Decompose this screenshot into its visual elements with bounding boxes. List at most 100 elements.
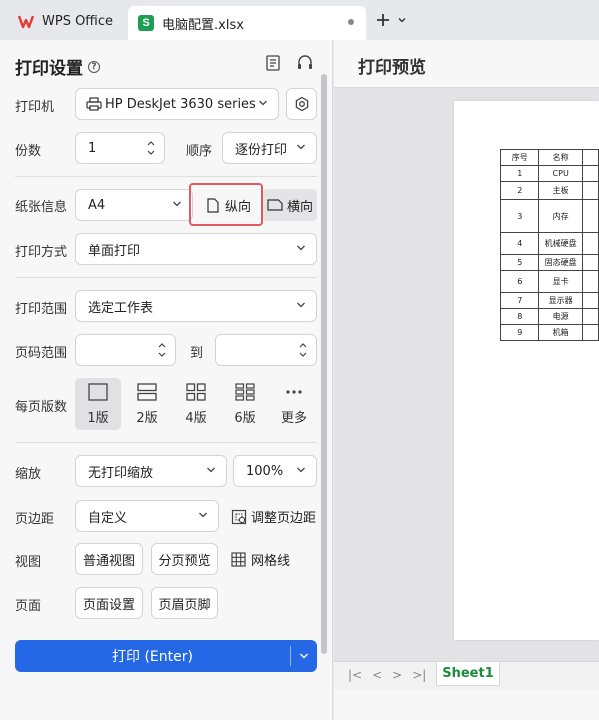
spreadsheet-icon: S xyxy=(138,15,154,31)
table-cell: 序号 xyxy=(499,149,540,166)
printer-select[interactable]: HP DeskJet 3630 series xyxy=(75,88,279,120)
print-mode-select[interactable]: 单面打印 xyxy=(75,233,317,265)
print-range-select[interactable]: 选定工作表 xyxy=(75,290,317,322)
normal-view-button[interactable]: 普通视图 xyxy=(75,543,143,575)
print-options-dropdown[interactable] xyxy=(291,651,317,661)
first-sheet-icon[interactable]: |< xyxy=(348,668,362,682)
pages-per-sheet-1-label: 1版 xyxy=(87,411,109,426)
page-layout-icon[interactable] xyxy=(264,54,282,72)
prev-sheet-icon[interactable]: < xyxy=(372,668,382,682)
table-cell xyxy=(581,308,599,325)
margin-label: 页边距 xyxy=(15,512,55,527)
scale-value: 无打印缩放 xyxy=(88,465,154,481)
adjust-margin-button[interactable]: 调整页边距 xyxy=(231,507,316,526)
help-icon[interactable]: ? xyxy=(88,60,100,73)
pages-per-sheet-6[interactable]: 6版 xyxy=(222,378,268,430)
copies-label: 份数 xyxy=(15,144,42,159)
pages-per-sheet-6-label: 6版 xyxy=(234,411,256,426)
table-cell: 内存 xyxy=(538,199,583,233)
divider xyxy=(15,176,317,177)
margin-select[interactable]: 自定义 xyxy=(75,500,219,532)
table-cell: 机箱 xyxy=(538,324,583,341)
scale-percent-select[interactable]: 100% xyxy=(233,455,317,487)
next-sheet-icon[interactable]: > xyxy=(392,668,402,682)
printer-settings-button[interactable] xyxy=(286,88,317,120)
header-footer-button[interactable]: 页眉页脚 xyxy=(151,587,218,619)
table-row: 5 固态硬盘 xyxy=(499,254,599,271)
print-preview-area: 打印预览 序号 名称 1 CPU 2 主板 3 内存 4 机械硬盘 5 固态硬盘 6 显卡 7 显示器 8 电源 9… xyxy=(334,40,599,720)
table-row: 8 电源 xyxy=(499,308,599,325)
table-cell: 3 xyxy=(499,199,540,233)
chevron-down-icon xyxy=(259,100,267,106)
chevron-down-icon xyxy=(297,467,305,473)
last-sheet-icon[interactable]: >| xyxy=(412,668,426,682)
table-cell: 显示器 xyxy=(538,292,583,309)
table-cell: 9 xyxy=(499,324,540,341)
copies-stepper[interactable]: 1 xyxy=(75,132,165,164)
page-from-stepper[interactable] xyxy=(75,334,176,366)
table-cell xyxy=(581,199,599,233)
pages-per-sheet-1[interactable]: 1版 xyxy=(75,378,121,430)
pages-per-sheet-4[interactable]: 4版 xyxy=(173,378,219,430)
divider xyxy=(15,277,317,278)
preview-header: 打印预览 xyxy=(334,40,599,88)
sheet-tab[interactable]: Sheet1 xyxy=(436,662,500,686)
tab-wps-label: WPS Office xyxy=(42,13,114,29)
chevron-down-icon xyxy=(297,302,305,308)
panel-scrollbar[interactable] xyxy=(321,74,327,654)
table-cell xyxy=(581,324,599,341)
table-cell xyxy=(581,149,599,166)
panel-title: 打印设置 ? xyxy=(15,54,100,79)
sheet-tab-bar: |< < > >| Sheet1 xyxy=(334,661,599,689)
portrait-highlight-box xyxy=(189,183,263,226)
spinner-arrows-icon xyxy=(147,141,155,155)
gridlines-toggle[interactable]: 网格线 xyxy=(231,550,290,569)
pages-per-sheet-more[interactable]: 更多 xyxy=(271,378,317,430)
tab-file-label: 电脑配置.xlsx xyxy=(162,17,244,33)
spinner-arrows-icon xyxy=(158,343,166,357)
new-tab-button[interactable] xyxy=(375,8,411,32)
print-range-value: 选定工作表 xyxy=(88,300,154,316)
paper-size-value: A4 xyxy=(88,197,106,213)
table-cell: 电源 xyxy=(538,308,583,325)
table-cell xyxy=(581,232,599,255)
one-page-layout-icon xyxy=(88,383,108,401)
tab-file[interactable]: S 电脑配置.xlsx xyxy=(128,6,366,40)
pages-per-sheet-more-label: 更多 xyxy=(280,411,307,426)
tab-wps-office[interactable]: WPS Office xyxy=(8,6,122,36)
table-row: 6 显卡 xyxy=(499,270,599,293)
landscape-button[interactable]: 横向 xyxy=(263,189,317,221)
page-setup-button[interactable]: 页面设置 xyxy=(75,587,143,619)
order-select[interactable]: 逐份打印 xyxy=(222,132,317,164)
table-cell: 6 xyxy=(499,270,540,293)
grid-icon xyxy=(231,552,246,567)
print-button[interactable]: 打印 (Enter) xyxy=(15,640,317,672)
spinner-arrows-icon xyxy=(299,343,307,357)
table-cell xyxy=(581,165,599,182)
headset-icon[interactable] xyxy=(296,54,314,72)
unsaved-dot-icon[interactable] xyxy=(348,19,354,25)
adjust-margin-label: 调整页边距 xyxy=(251,511,317,526)
page-to-label: 到 xyxy=(190,346,204,361)
table-row: 1 CPU xyxy=(499,165,599,182)
plus-icon xyxy=(377,14,389,26)
margin-value: 自定义 xyxy=(88,510,128,526)
print-mode-value: 单面打印 xyxy=(88,243,141,259)
pages-per-sheet-label: 每页版数 xyxy=(15,400,68,415)
table-cell: 显卡 xyxy=(538,270,583,293)
paper-size-select[interactable]: A4 xyxy=(75,189,193,221)
six-page-layout-icon xyxy=(235,383,255,401)
page-to-stepper[interactable] xyxy=(215,334,317,366)
page-label: 页面 xyxy=(15,599,42,614)
printer-label: 打印机 xyxy=(15,100,55,115)
table-row: 7 显示器 xyxy=(499,292,599,309)
table-cell: 名称 xyxy=(538,149,583,166)
table-cell xyxy=(581,270,599,293)
scale-select[interactable]: 无打印缩放 xyxy=(75,455,227,487)
print-button-label: 打印 (Enter) xyxy=(112,649,193,665)
table-cell: CPU xyxy=(538,165,583,182)
pages-per-sheet-2[interactable]: 2版 xyxy=(124,378,170,430)
page-break-preview-button[interactable]: 分页预览 xyxy=(151,543,218,575)
paper-label: 纸张信息 xyxy=(15,200,68,215)
preview-table: 序号 名称 1 CPU 2 主板 3 内存 4 机械硬盘 5 固态硬盘 6 显卡 7 显示器 8 电源 9 机箱 xyxy=(499,149,599,341)
